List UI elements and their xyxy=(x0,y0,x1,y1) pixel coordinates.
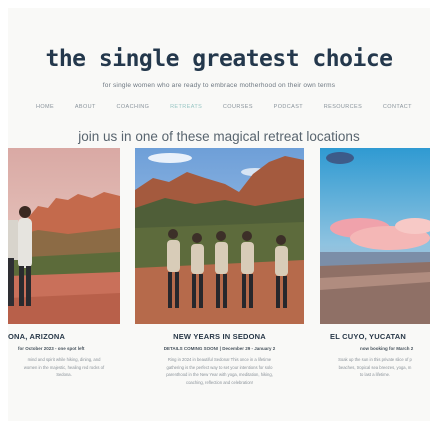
card-desc-yucatan: Soak up the sun in this private slice of… xyxy=(338,357,412,378)
page: the single greatest choice for single wo… xyxy=(8,8,430,421)
card-desc-sedona: Ring in 2024 in beautiful Sedona! This o… xyxy=(166,357,273,385)
card-meta-yucatan: now booking for March 2 xyxy=(360,346,414,351)
retreat-image-yucatan[interactable] xyxy=(320,148,430,324)
nav-item-courses[interactable]: COURSES xyxy=(223,104,253,110)
nav-item-podcast[interactable]: PODCAST xyxy=(274,104,303,110)
card-meta-arizona: for October 2023 - one spot left xyxy=(18,346,85,351)
retreat-image-arizona[interactable] xyxy=(8,148,120,324)
nav-item-resources[interactable]: RESOURCES xyxy=(324,104,362,110)
site-title[interactable]: the single greatest choice xyxy=(8,46,430,72)
card-title-sedona[interactable]: NEW YEARS IN SEDONA xyxy=(135,332,304,341)
nav-item-coaching[interactable]: COACHING xyxy=(117,104,150,110)
nav-item-about[interactable]: ABOUT xyxy=(75,104,96,110)
retreat-image-sedona[interactable] xyxy=(135,148,304,324)
nav-item-retreats[interactable]: RETREATS xyxy=(170,104,202,110)
nav-item-contact[interactable]: CONTACT xyxy=(383,104,412,110)
site-tagline: for single women who are ready to embrac… xyxy=(102,82,336,89)
card-title-yucatan[interactable]: EL CUYO, YUCATAN xyxy=(330,332,406,341)
card-meta-sedona: DETAILS COMING SOON! | December 29 - Jan… xyxy=(163,346,276,351)
section-heading: join us in one of these magical retreat … xyxy=(78,129,360,144)
card-title-arizona[interactable]: ONA, ARIZONA xyxy=(8,332,65,341)
nav-item-home[interactable]: HOME xyxy=(36,104,54,110)
card-desc-arizona: mind and spirit while hiking, dining, an… xyxy=(23,357,105,378)
main-nav: HOME ABOUT COACHING RETREATS COURSES POD… xyxy=(36,104,412,110)
